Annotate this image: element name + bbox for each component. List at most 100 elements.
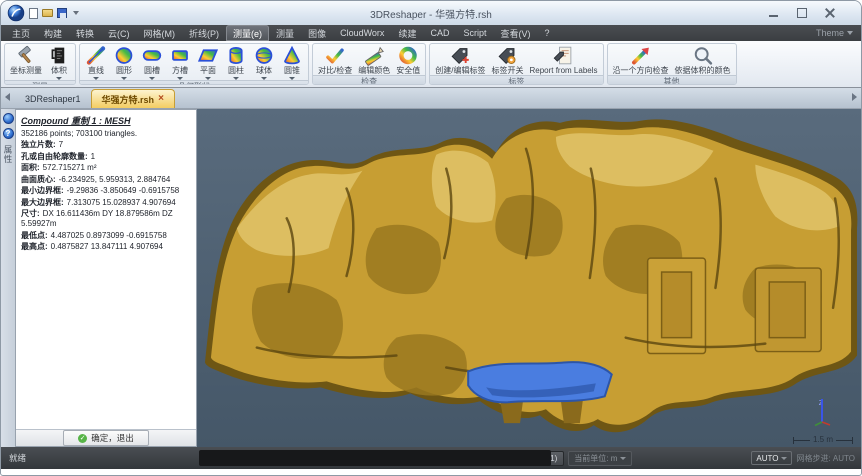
- ribbon-button-icon: [113, 45, 135, 66]
- confirm-exit-button[interactable]: 确定，退出: [63, 430, 149, 446]
- properties-strip-label[interactable]: 属性: [2, 145, 14, 164]
- ribbon-group-other: 沿一个方向检查 依据体积的颜色 其他: [607, 43, 737, 85]
- scale-bar: 1.5 m: [793, 436, 853, 444]
- ribbon-button-icon: [48, 45, 70, 66]
- menu-tab-script[interactable]: Script: [456, 25, 493, 41]
- panel-footer: 确定，退出: [16, 429, 196, 446]
- quick-access-toolbar: [29, 8, 79, 19]
- ribbon-button-icon: [85, 45, 107, 66]
- ribbon-button-plane[interactable]: 平面: [194, 44, 222, 80]
- ribbon-button-icon: [15, 45, 37, 66]
- ribbon-group-label: 测量: [5, 80, 75, 85]
- doc-tab-huaqiangfangte[interactable]: 华强方特.rsh ×: [91, 89, 175, 108]
- menu-tab-home[interactable]: 主页: [5, 25, 37, 41]
- ribbon-button-icon: [169, 45, 191, 66]
- ribbon-group-label: 标签: [430, 75, 602, 85]
- property-line: 最低点:4.487025 0.8973099 -0.6915758: [21, 231, 191, 241]
- grid-step-label: 网格步进: AUTO: [796, 453, 855, 464]
- ribbon-button-volume[interactable]: 体积: [45, 44, 73, 80]
- ribbon-button-safety-value[interactable]: 安全值: [393, 44, 423, 75]
- object-summary: 352186 points; 703100 triangles.: [21, 129, 191, 138]
- ribbon-button-label-toggle[interactable]: 标签开关: [488, 44, 526, 75]
- menu-tab-measure[interactable]: 测量(e): [226, 25, 269, 41]
- ribbon-button-round-slot[interactable]: 圆槽: [138, 44, 166, 80]
- menu-tab-transform[interactable]: 转换: [69, 25, 101, 41]
- ribbon-button-report-from-labels[interactable]: Report from Labels: [526, 44, 600, 75]
- menu-tab-polyline[interactable]: 折线(P): [182, 25, 226, 41]
- property-line: 独立片数:7: [21, 140, 191, 150]
- property-line: 最高点:0.4875827 13.847111 4.907694: [21, 242, 191, 252]
- close-tab-icon[interactable]: ×: [158, 94, 164, 104]
- minimize-button[interactable]: [767, 7, 781, 19]
- property-line: 曲面质心:-6.234925, 5.959313, 2.884764: [21, 175, 191, 185]
- ribbon-button-edit-colors[interactable]: 编辑颜色: [355, 44, 393, 75]
- status-ready: 就绪: [7, 452, 26, 464]
- menu-tab-cloud[interactable]: 云(C): [101, 25, 137, 41]
- tab-scroll-left-icon[interactable]: [5, 93, 10, 101]
- open-file-icon[interactable]: [42, 9, 53, 17]
- scale-label: 1.5 m: [810, 436, 836, 444]
- app-window: 3DReshaper - 华强方特.rsh 主页构建转换云(C)网格(M)折线(…: [0, 0, 862, 476]
- ribbon-group-shapes: 直线 圆形 圆槽 方槽: [79, 43, 309, 85]
- ribbon-button-line[interactable]: 直线: [82, 44, 110, 80]
- ribbon-button-icon: [692, 45, 714, 66]
- close-button[interactable]: [823, 7, 837, 19]
- property-line: 最小边界框:-9.29836 -3.850649 -0.6915758: [21, 186, 191, 196]
- doc-tab-3dreshaper1[interactable]: 3DReshaper1: [15, 89, 91, 108]
- ribbon-button-icon: [253, 45, 275, 66]
- chevron-down-icon: [620, 457, 626, 460]
- ribbon-button-cylinder[interactable]: 圆柱: [222, 44, 250, 80]
- axis-gizmo-icon: [807, 395, 837, 427]
- ribbon-group-inspect: 对比/检查 编辑颜色 安全值 检查: [312, 43, 426, 85]
- menu-bar: 主页构建转换云(C)网格(M)折线(P)测量(e)测量图像CloudWorx续建…: [1, 25, 861, 41]
- object-title: Compound 重制 1 : MESH: [21, 114, 191, 127]
- web-update-icon[interactable]: [3, 113, 14, 124]
- menu-tab-images[interactable]: 图像: [301, 25, 333, 41]
- title-bar: 3DReshaper - 华强方特.rsh: [1, 1, 861, 25]
- new-file-icon[interactable]: [29, 8, 38, 19]
- menu-tab-construct[interactable]: 构建: [37, 25, 69, 41]
- menu-tab-mesh[interactable]: 网格(M): [137, 25, 183, 41]
- menu-tab-cad[interactable]: CAD: [423, 25, 456, 41]
- ribbon-group-measure: 坐标测量 体积 测量: [4, 43, 76, 85]
- menu-tab-plugins[interactable]: 续建: [391, 25, 423, 41]
- app-logo-icon[interactable]: [7, 4, 25, 22]
- viewport-3d[interactable]: Z 1.5 m: [197, 109, 861, 447]
- status-bar: 就绪 数量: 1 (Compound 重制 1) 当前单位: m AUTO 网格…: [1, 447, 861, 469]
- ok-check-icon: [78, 434, 87, 443]
- ribbon-button-icon: [449, 45, 471, 66]
- property-line: 尺寸:DX 16.611436m DY 18.879586m DZ 5.5992…: [21, 209, 191, 229]
- ribbon-button-inspect-direction[interactable]: 沿一个方向检查: [610, 44, 672, 75]
- chevron-down-icon: [847, 31, 853, 35]
- window-title: 3DReshaper - 华强方特.rsh: [1, 6, 861, 21]
- mesh-model[interactable]: [197, 109, 861, 447]
- ribbon-button-circle[interactable]: 圆形: [110, 44, 138, 80]
- ribbon-button-coord-measure[interactable]: 坐标测量: [7, 44, 45, 80]
- ribbon-group-label: 几何形状: [80, 80, 308, 85]
- tab-scroll-right-icon[interactable]: [852, 93, 857, 101]
- ribbon-button-square-slot[interactable]: 方槽: [166, 44, 194, 80]
- menu-tab-view[interactable]: 查看(V): [493, 25, 537, 41]
- maximize-button[interactable]: [795, 7, 809, 19]
- ribbon-button-icon: [552, 45, 574, 66]
- qat-dropdown-icon[interactable]: [73, 11, 79, 15]
- ribbon-button-sphere[interactable]: 球体: [250, 44, 278, 80]
- menu-tab-cloudworx[interactable]: CloudWorx: [333, 25, 391, 41]
- theme-menu[interactable]: Theme: [812, 25, 857, 41]
- ribbon-button-cone[interactable]: 圆锥: [278, 44, 306, 80]
- ribbon-button-compare-inspect[interactable]: 对比/检查: [315, 44, 355, 75]
- help-icon[interactable]: [3, 128, 14, 139]
- main-area: 属性 Compound 重制 1 : MESH 352186 points; 7…: [1, 109, 861, 447]
- ribbon-button-volume-colors[interactable]: 依据体积的颜色: [672, 44, 734, 75]
- ribbon-button-icon: [281, 45, 303, 66]
- properties-panel: Compound 重制 1 : MESH 352186 points; 7031…: [15, 109, 197, 447]
- auto-dropdown[interactable]: AUTO: [751, 451, 792, 465]
- ribbon-button-icon: [397, 45, 419, 66]
- unit-dropdown[interactable]: 当前单位: m: [568, 451, 632, 466]
- ribbon-button-icon: [324, 45, 346, 66]
- ribbon-button-icon: [496, 45, 518, 66]
- menu-tab-help[interactable]: ?: [537, 25, 556, 41]
- save-file-icon[interactable]: [57, 8, 67, 18]
- ribbon-button-create-edit-label[interactable]: 创建/编辑标签: [432, 44, 488, 75]
- menu-tab-survey[interactable]: 测量: [269, 25, 301, 41]
